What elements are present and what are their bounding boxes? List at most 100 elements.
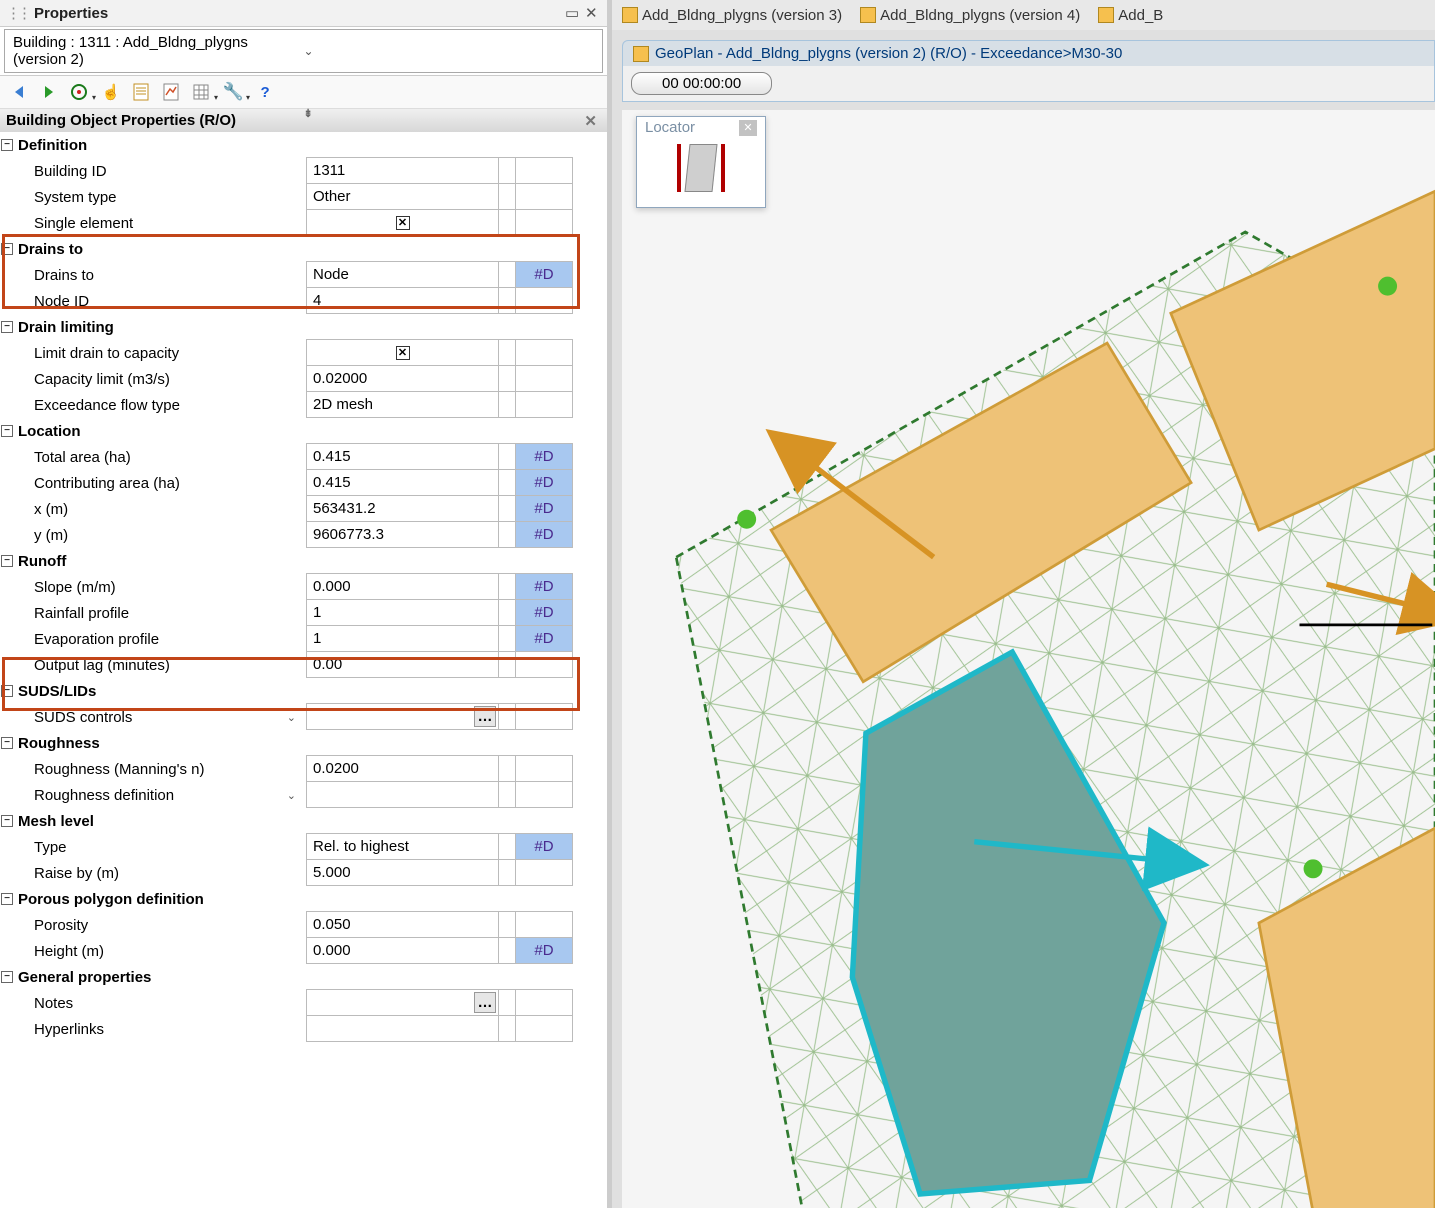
d-flag[interactable]: #D (515, 521, 573, 548)
prop-label: x (m) (14, 496, 306, 522)
prop-value-mesh-type[interactable]: Rel. to highest (306, 833, 499, 860)
tab-v3[interactable]: Add_Bldng_plygns (version 3) (616, 5, 848, 26)
checkbox-checked-icon: ✕ (396, 346, 410, 360)
prop-value-limit-drain[interactable]: ✕ (306, 339, 499, 366)
nav-next-button[interactable] (34, 78, 64, 106)
d-flag[interactable]: #D (515, 469, 573, 496)
group-label: Location (14, 418, 306, 444)
close-section-button[interactable]: ✕ (584, 112, 597, 130)
prop-value-y[interactable]: 9606773.3 (306, 521, 499, 548)
d-flag[interactable]: #D (515, 833, 573, 860)
property-grid: −Definition Building ID1311 System typeO… (0, 132, 607, 1208)
prop-value-single-element[interactable]: ✕ (306, 209, 499, 236)
d-flag[interactable]: #D (515, 443, 573, 470)
object-selector-combo[interactable]: Building : 1311 : Add_Bldng_plygns (vers… (4, 29, 603, 73)
tool-button[interactable]: 🔧 (218, 78, 248, 106)
collapse-toggle[interactable]: − (1, 971, 13, 983)
d-flag[interactable]: #D (515, 937, 573, 964)
chevron-down-icon[interactable]: ⌄ (287, 711, 296, 724)
target-button[interactable] (64, 78, 94, 106)
properties-pane-header: ⋮⋮ Properties ▭ ✕ (0, 0, 607, 27)
prop-value-evap[interactable]: 1 (306, 625, 499, 652)
prop-label: Slope (m/m) (14, 574, 306, 600)
prop-label: Evaporation profile (14, 626, 306, 652)
collapse-toggle[interactable]: − (1, 815, 13, 827)
grid-button[interactable] (186, 78, 216, 106)
prop-label: Notes (14, 990, 306, 1016)
collapse-toggle[interactable]: − (1, 555, 13, 567)
chevron-down-icon[interactable]: ⌄ (287, 789, 296, 802)
tab-v4[interactable]: Add_Bldng_plygns (version 4) (854, 5, 1086, 26)
prop-value-drains-to[interactable]: Node (306, 261, 499, 288)
prop-value-system-type[interactable]: Other (306, 183, 499, 210)
hand-tool-button[interactable]: ☝ (96, 78, 126, 106)
prop-value-raise[interactable]: 5.000 (306, 859, 499, 886)
collapse-toggle[interactable]: − (1, 139, 13, 151)
d-flag[interactable]: #D (515, 495, 573, 522)
prop-label: Rainfall profile (14, 600, 306, 626)
pin-icon: ⇟ (304, 107, 313, 120)
locator-title: Locator (645, 119, 695, 136)
prop-label: Node ID (14, 288, 306, 314)
report-button[interactable] (156, 78, 186, 106)
prop-value-manning-n[interactable]: 0.0200 (306, 755, 499, 782)
nav-prev-button[interactable] (4, 78, 34, 106)
collapse-toggle[interactable]: − (1, 685, 13, 697)
prop-value-exceedance[interactable]: 2D mesh (306, 391, 499, 418)
prop-value-porosity[interactable]: 0.050 (306, 911, 499, 938)
sheet-button[interactable] (126, 78, 156, 106)
d-flag[interactable]: #D (515, 573, 573, 600)
locator-preview[interactable] (637, 138, 765, 198)
prop-value-lag[interactable]: 0.00 (306, 651, 499, 678)
prop-value-total-area[interactable]: 0.415 (306, 443, 499, 470)
prop-label: Exceedance flow type (14, 392, 306, 418)
prop-label: Limit drain to capacity (14, 340, 306, 366)
d-flag[interactable]: #D (515, 599, 573, 626)
grip-icon: ⋮⋮ (6, 4, 28, 22)
geoplan-canvas[interactable]: Locator ✕ (622, 110, 1435, 1208)
ellipsis-button[interactable]: … (474, 706, 496, 727)
doc-icon (1098, 7, 1114, 23)
collapse-toggle[interactable]: − (1, 737, 13, 749)
geoplan-title-bar[interactable]: GeoPlan - Add_Bldng_plygns (version 2) (… (622, 40, 1435, 66)
group-label: Drains to (14, 236, 306, 262)
tab-extra[interactable]: Add_B (1092, 5, 1169, 26)
prop-label: Raise by (m) (14, 860, 306, 886)
ellipsis-button[interactable]: … (474, 992, 496, 1013)
section-header: ⇟ Building Object Properties (R/O) ✕ (0, 109, 607, 132)
section-title: Building Object Properties (R/O) (6, 112, 236, 129)
prop-label: Porosity (14, 912, 306, 938)
prop-label: Single element (14, 210, 306, 236)
close-pane-button[interactable]: ✕ (581, 4, 601, 22)
prop-value-capacity[interactable]: 0.02000 (306, 365, 499, 392)
prop-value-notes[interactable]: … (306, 989, 499, 1016)
d-flag[interactable]: #D (515, 625, 573, 652)
collapse-toggle[interactable]: − (1, 321, 13, 333)
collapse-toggle[interactable]: − (1, 893, 13, 905)
locator-window: Locator ✕ (636, 116, 766, 208)
prop-value-rainfall[interactable]: 1 (306, 599, 499, 626)
help-button[interactable]: ? (250, 78, 280, 106)
prop-value-suds[interactable]: … (306, 703, 499, 730)
group-label: SUDS/LIDs (14, 678, 306, 704)
collapse-toggle[interactable]: − (1, 243, 13, 255)
prop-value-height[interactable]: 0.000 (306, 937, 499, 964)
group-label: Drain limiting (14, 314, 306, 340)
prop-value-contrib-area[interactable]: 0.415 (306, 469, 499, 496)
prop-value-x[interactable]: 563431.2 (306, 495, 499, 522)
prop-value-building-id[interactable]: 1311 (306, 157, 499, 184)
group-label: Mesh level (14, 808, 306, 834)
prop-label: Roughness (Manning's n) (14, 756, 306, 782)
close-locator-button[interactable]: ✕ (739, 120, 757, 136)
prop-value-hyperlinks[interactable] (306, 1015, 499, 1042)
prop-value-slope[interactable]: 0.000 (306, 573, 499, 600)
doc-icon (860, 7, 876, 23)
prop-value-node-id[interactable]: 4 (306, 287, 499, 314)
detach-button[interactable]: ▭ (561, 4, 581, 22)
prop-value-roughness-def[interactable] (306, 781, 499, 808)
collapse-toggle[interactable]: − (1, 425, 13, 437)
prop-label: System type (14, 184, 306, 210)
prop-label: Capacity limit (m3/s) (14, 366, 306, 392)
d-flag[interactable]: #D (515, 261, 573, 288)
time-display: 00 00:00:00 (631, 72, 772, 95)
